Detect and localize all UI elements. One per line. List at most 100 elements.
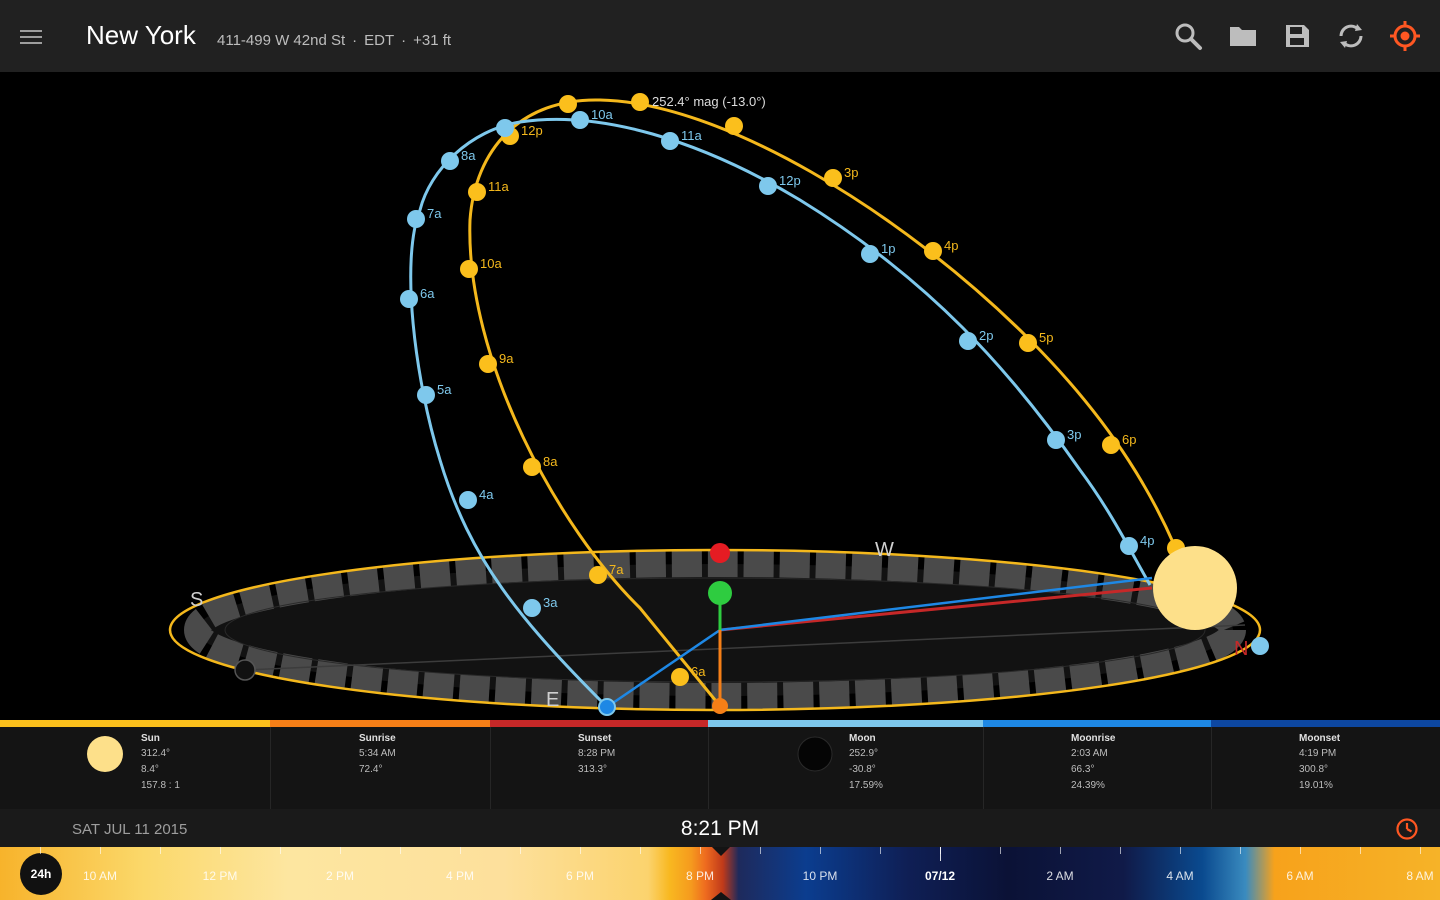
- moon-hour-dot[interactable]: [1047, 431, 1065, 449]
- sun-hour-label: 3p: [844, 165, 858, 180]
- sun-hour-label: 8a: [543, 454, 558, 469]
- sunrise-info[interactable]: Sunrise 5:34 AM 72.4°: [270, 727, 490, 809]
- timeline-tick: [640, 847, 641, 854]
- sun-hour-dot[interactable]: [460, 260, 478, 278]
- timeline-tick: [760, 847, 761, 854]
- sun-hour-dot[interactable]: [924, 242, 942, 260]
- sun-hour-dot[interactable]: [1019, 334, 1037, 352]
- timeline-cursor: [712, 847, 730, 856]
- timeline-label: 2 AM: [1046, 869, 1074, 883]
- timeline-label: 6 PM: [565, 869, 595, 883]
- moon-hour-dot[interactable]: [661, 132, 679, 150]
- timeline-tick: [520, 847, 521, 854]
- moon-hour-dot[interactable]: [441, 152, 459, 170]
- timeline-tick: [400, 847, 401, 854]
- sun-hour-dot[interactable]: [479, 355, 497, 373]
- moon-hour-label: 7a: [427, 206, 442, 221]
- clock-icon[interactable]: [1395, 817, 1419, 841]
- sunset-info[interactable]: Sunset 8:28 PM 313.3°: [490, 727, 708, 809]
- sun-elevation: 8.4°: [141, 764, 159, 775]
- sun-info[interactable]: Sun 312.4° 8.4° 157.8 : 1: [0, 727, 270, 809]
- location-details: 411-499 W 42nd St · EDT · +31 ft: [217, 32, 451, 49]
- sun-hour-dot[interactable]: [1102, 436, 1120, 454]
- observer-marker[interactable]: [708, 581, 732, 605]
- moon-hour-dot[interactable]: [496, 119, 514, 137]
- sun-hour-label: 6p: [1122, 432, 1136, 447]
- sunrise-color-bar: [270, 720, 490, 727]
- timeline-tick: [880, 847, 881, 854]
- moon-hour-dot[interactable]: [400, 290, 418, 308]
- sun-hour-label: 7a: [609, 562, 624, 577]
- folder-icon[interactable]: [1225, 18, 1261, 54]
- compass-north: N: [1234, 638, 1248, 660]
- moonrise-info[interactable]: Moonrise 2:03 AM 66.3° 24.39%: [983, 727, 1211, 809]
- separator: ·: [401, 32, 407, 49]
- sun-position-icon[interactable]: [1153, 546, 1237, 630]
- my-location-icon[interactable]: [1387, 18, 1423, 54]
- sun-hour-dot[interactable]: [468, 183, 486, 201]
- moon-hour-dot[interactable]: [571, 111, 589, 129]
- sun-hour-dot[interactable]: [589, 566, 607, 584]
- moon-hour-dot[interactable]: [861, 245, 879, 263]
- sun-azimuth: 312.4°: [141, 748, 171, 759]
- timeline-label: 4 AM: [1166, 869, 1194, 883]
- timeline-label: 4 PM: [445, 869, 475, 883]
- sky-scene[interactable]: 6a 7a 8a 9a 10a 11a 12p 3p 4p 5p 6p 3a 4…: [0, 72, 1440, 720]
- sun-hour-dot[interactable]: [631, 93, 649, 111]
- sun-moon-3d-view[interactable]: 6a 7a 8a 9a 10a 11a 12p 3p 4p 5p 6p 3a 4…: [0, 72, 1440, 720]
- moon-hour-dot[interactable]: [759, 177, 777, 195]
- moon-hour-label: 3a: [543, 595, 558, 610]
- timeline-tick: [40, 847, 41, 854]
- date-bar: SAT JUL 11 2015 8:21 PM: [0, 809, 1440, 847]
- moon-phase-icon: [797, 736, 833, 772]
- moon-hour-dot[interactable]: [417, 386, 435, 404]
- moon-hour-dot[interactable]: [459, 491, 477, 509]
- moon-hour-dot[interactable]: [407, 210, 425, 228]
- timeline-slider[interactable]: 24h 10 AM 12 PM 2 PM 4 PM 6 PM 8 PM 10 PM 07/12…: [0, 847, 1440, 900]
- sun-hour-dot[interactable]: [559, 95, 577, 113]
- moonrise-color-bar: [983, 720, 1211, 727]
- zenith-marker: [710, 543, 730, 563]
- timeline-tick: [220, 847, 221, 854]
- moonset-info[interactable]: Moonset 4:19 PM 300.8° 19.01%: [1211, 727, 1440, 809]
- sunrise-marker[interactable]: [712, 698, 728, 714]
- elevation: +31 ft: [413, 32, 452, 49]
- sun-hour-dot[interactable]: [671, 668, 689, 686]
- compass-south: S: [190, 589, 203, 611]
- timeline-label: 10 PM: [802, 869, 838, 883]
- moon-color-bar: [708, 720, 983, 727]
- timeline-label: 12 PM: [202, 869, 238, 883]
- timeline-tick: [580, 847, 581, 854]
- sync-icon[interactable]: [1333, 18, 1369, 54]
- sun-hour-dot[interactable]: [824, 169, 842, 187]
- timeline-cursor-bottom: [711, 892, 731, 900]
- 24h-toggle-button[interactable]: 24h: [20, 853, 62, 895]
- moon-info[interactable]: Moon 252.9° -30.8° 17.59%: [708, 727, 983, 809]
- sun-hour-label: 9a: [499, 351, 514, 366]
- moonset-marker[interactable]: [1251, 637, 1269, 655]
- menu-icon[interactable]: [14, 22, 48, 52]
- sunrise-azimuth: 72.4°: [359, 764, 383, 775]
- timeline-tick: [160, 847, 161, 854]
- moonrise-azimuth: 66.3°: [1071, 764, 1095, 775]
- compass-west: W: [875, 539, 894, 561]
- save-icon[interactable]: [1279, 18, 1315, 54]
- sun-hour-dot[interactable]: [523, 458, 541, 476]
- sun-hour-dot[interactable]: [725, 117, 743, 135]
- moon-elevation: -30.8°: [849, 764, 876, 775]
- search-icon[interactable]: [1170, 18, 1206, 54]
- sun-hour-label: 6a: [691, 664, 706, 679]
- sun-icon: [87, 736, 123, 772]
- timeline-label: 8 AM: [1406, 869, 1434, 883]
- location-name[interactable]: New York: [86, 20, 196, 51]
- timeline-label: 8 PM: [685, 869, 715, 883]
- timeline-tick: [1180, 847, 1181, 854]
- moon-hour-label: 5a: [437, 382, 452, 397]
- moon-hour-dot[interactable]: [1120, 537, 1138, 555]
- timeline-tick: [820, 847, 821, 854]
- current-time[interactable]: 8:21 PM: [0, 817, 1440, 841]
- moon-hour-dot[interactable]: [523, 599, 541, 617]
- sun-hour-label: 4p: [944, 238, 958, 253]
- moonrise-marker[interactable]: [598, 698, 616, 716]
- moon-hour-dot[interactable]: [959, 332, 977, 350]
